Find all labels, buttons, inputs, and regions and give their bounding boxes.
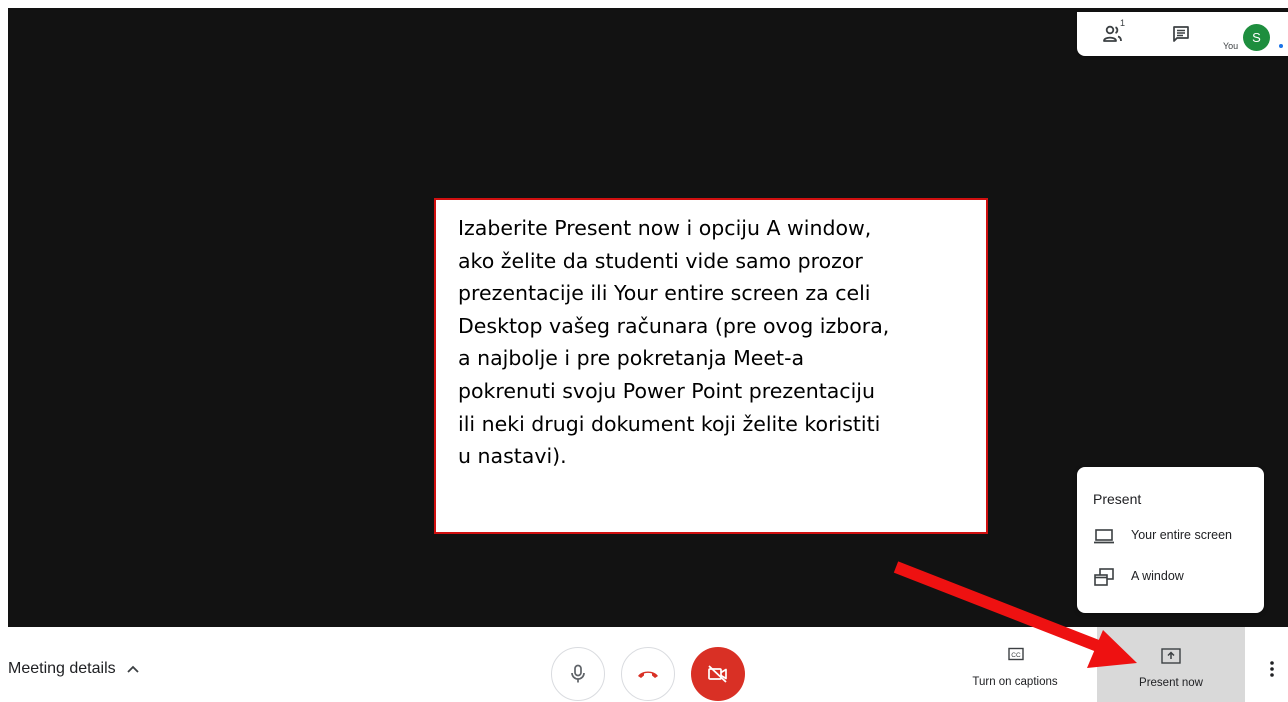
menu-item-label: A window — [1131, 569, 1184, 583]
closed-captions-icon: CC — [1008, 647, 1024, 661]
instruction-callout: Izaberite Present now i opciju A window,… — [434, 198, 988, 534]
instruction-text: Izaberite Present now i opciju A window,… — [458, 216, 890, 469]
camera-off-icon — [708, 665, 727, 683]
present-menu: Present Your entire screen A window — [1077, 467, 1264, 613]
svg-text:CC: CC — [1011, 652, 1021, 659]
microphone-icon — [571, 664, 585, 683]
leave-call-button[interactable] — [621, 647, 675, 701]
meeting-details-label: Meeting details — [8, 660, 116, 677]
captions-button[interactable]: CC Turn on captions — [952, 627, 1078, 702]
speaking-indicator-icon — [1279, 44, 1283, 48]
hang-up-icon — [638, 671, 658, 678]
menu-item-entire-screen[interactable]: Your entire screen — [1077, 518, 1264, 554]
menu-item-a-window[interactable]: A window — [1077, 559, 1264, 595]
avatar[interactable]: S — [1243, 24, 1270, 51]
chat-button[interactable] — [1166, 20, 1196, 48]
laptop-icon — [1094, 529, 1114, 544]
meet-window: 1 You S Izaberite Present now i opciju A… — [0, 0, 1288, 702]
present-now-label: Present now — [1139, 677, 1203, 689]
menu-item-label: Your entire screen — [1131, 528, 1232, 542]
participant-count: 1 — [1120, 18, 1126, 28]
more-vert-icon — [1270, 661, 1274, 677]
more-options-button[interactable] — [1262, 657, 1282, 681]
chevron-up-icon — [126, 665, 139, 673]
camera-off-button[interactable] — [691, 647, 745, 701]
microphone-button[interactable] — [551, 647, 605, 701]
bottom-control-bar: Meeting details CC Turn on captions Pres… — [0, 627, 1288, 702]
you-label: You — [1223, 41, 1239, 51]
present-screen-icon — [1161, 648, 1181, 664]
present-menu-title: Present — [1093, 491, 1142, 507]
present-now-button[interactable]: Present now — [1097, 627, 1245, 702]
window-icon — [1094, 568, 1114, 586]
top-right-card: 1 You S — [1077, 12, 1288, 56]
people-button[interactable]: 1 — [1099, 18, 1129, 48]
chat-icon — [1173, 26, 1189, 42]
captions-label: Turn on captions — [972, 676, 1058, 688]
meeting-details-button[interactable]: Meeting details — [8, 660, 140, 678]
